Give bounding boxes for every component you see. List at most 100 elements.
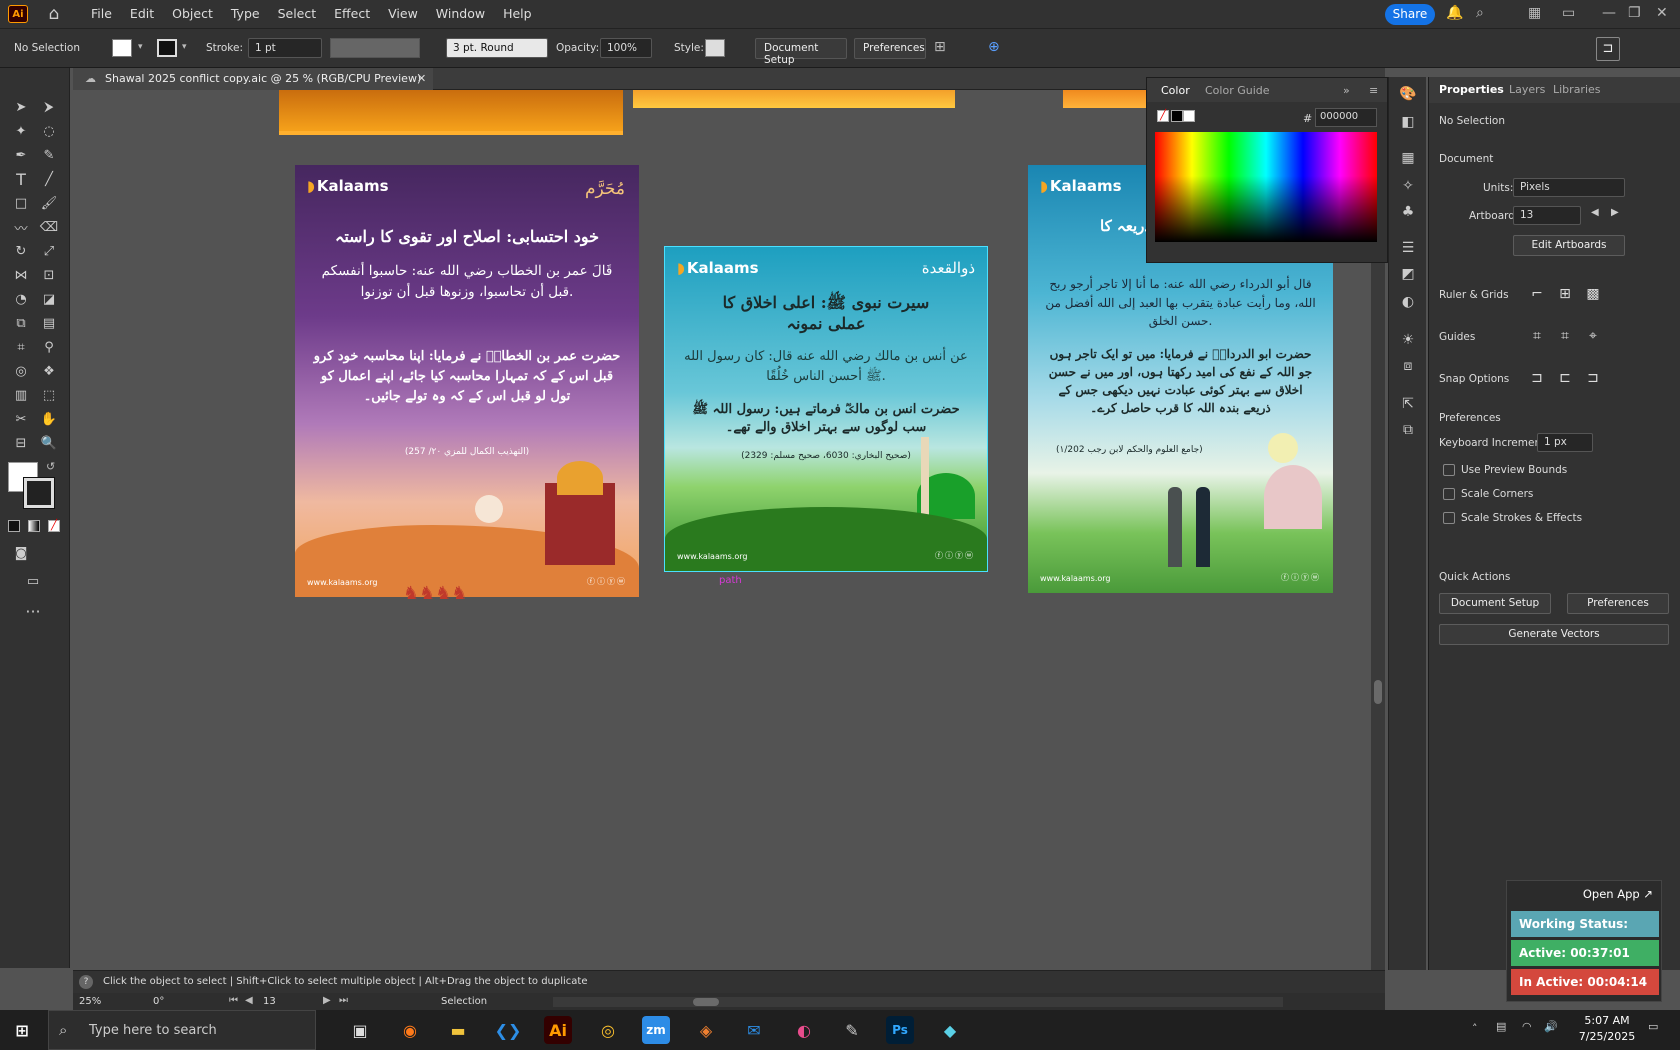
brush-definition[interactable]: 3 pt. Round [446, 38, 548, 58]
creative-cloud-icon[interactable]: ◐ [790, 1016, 818, 1044]
symbols-icon[interactable]: ♣ [1397, 201, 1419, 223]
rotate-select[interactable]: 0° [153, 996, 213, 1007]
white-swatch[interactable] [1183, 110, 1195, 122]
rotate-tool-icon[interactable]: ↻ [10, 240, 32, 262]
direct-selection-tool-icon[interactable]: ⮞ [38, 96, 60, 118]
black-swatch[interactable] [1171, 110, 1183, 122]
windows-start-icon[interactable]: ⊞ [8, 1016, 36, 1044]
artboard-select[interactable]: 13 [1513, 206, 1581, 225]
mesh-tool-icon[interactable]: ⌗ [10, 336, 32, 358]
color-mode-icon[interactable] [8, 520, 20, 532]
wifi-icon[interactable]: ◠ [1522, 1020, 1532, 1033]
app-diamond-icon[interactable]: ◆ [936, 1016, 964, 1044]
illustrator-taskbar-icon[interactable]: Ai [544, 1016, 572, 1044]
transparency-grid-icon[interactable]: ▩ [1581, 283, 1605, 305]
zoom-select[interactable]: 25% [79, 996, 139, 1007]
none-mode-icon[interactable]: ╱ [48, 520, 60, 532]
hex-input[interactable]: 000000 [1315, 108, 1377, 127]
slice-tool-icon[interactable]: ✂ [10, 408, 32, 430]
artboard-muharram[interactable]: ◗ Kalaams مُحَرَّم خود احتسابی: اصلاح اور… [295, 165, 639, 597]
notification-icon[interactable]: ▭ [1648, 1020, 1658, 1033]
curvature-tool-icon[interactable]: ✎ [38, 144, 60, 166]
smart-guides-icon[interactable]: ⌖ [1581, 325, 1605, 347]
artboard-dhul-qadah[interactable]: ◗ Kalaams ذوالقعدة سیرت نبوی ﷺ: اعلی اخلا… [664, 246, 988, 572]
perspective-grid-icon[interactable]: ⧉ [10, 312, 32, 334]
document-setup-button[interactable]: Document Setup [755, 38, 847, 66]
opacity-input[interactable]: 100% [600, 38, 652, 58]
graphic-styles-icon[interactable]: ⧈ [1397, 355, 1419, 377]
preferences-button[interactable]: Preferences [854, 38, 926, 59]
previous-artboard-icon[interactable]: ◀ [1591, 207, 1599, 218]
outlook-icon[interactable]: ✉ [740, 1016, 768, 1044]
lasso-icon[interactable]: ◌ [38, 120, 60, 142]
close-window-icon[interactable]: ✕ [1656, 5, 1668, 21]
draw-normal-icon[interactable]: ◙ [10, 542, 32, 564]
zoom-app-icon[interactable]: zm [642, 1016, 670, 1044]
swap-colors-icon[interactable]: ↺ [46, 460, 55, 473]
none-swatch-icon[interactable]: ╱ [1157, 110, 1169, 122]
task-view-icon[interactable]: ▣ [346, 1016, 374, 1044]
generate-vectors-button[interactable]: Generate Vectors [1439, 624, 1669, 645]
menu-view[interactable]: View [379, 0, 427, 28]
scrollbar-thumb[interactable] [693, 998, 719, 1006]
zoom-tool-icon[interactable]: 🔍 [38, 432, 60, 454]
shape-builder-icon[interactable]: ◔ [10, 288, 32, 310]
firefox-icon[interactable]: ◉ [396, 1016, 424, 1044]
scale-tool-icon[interactable]: ⤢ [38, 240, 60, 262]
scale-strokes-checkbox[interactable] [1443, 512, 1455, 524]
keyboard-increment-input[interactable]: 1 px [1537, 433, 1593, 452]
restore-icon[interactable]: ❐ [1628, 5, 1641, 21]
prev-artboard-icon[interactable]: ◀ [245, 995, 253, 1006]
file-explorer-icon[interactable]: ▬ [444, 1016, 472, 1044]
grid-icon[interactable]: ⊞ [1553, 283, 1577, 305]
document-setup-button[interactable]: Document Setup [1439, 593, 1551, 614]
close-icon[interactable]: ✕ [417, 68, 426, 90]
artboard-partial-2[interactable] [633, 90, 955, 108]
taskbar-search[interactable]: ⌕ Type here to search [48, 1010, 316, 1050]
eraser-icon[interactable]: ⌫ [38, 216, 60, 238]
free-transform-icon[interactable]: ⊡ [38, 264, 60, 286]
opacity-label[interactable]: Opacity: [556, 42, 599, 54]
transparency-icon[interactable]: ◐ [1397, 291, 1419, 313]
chrome-icon[interactable]: ◎ [594, 1016, 622, 1044]
home-icon[interactable]: ⌂ [44, 4, 64, 24]
network-icon[interactable]: ▤ [1496, 1020, 1506, 1033]
blend-tool-icon[interactable]: ◎ [10, 360, 32, 382]
shaper-tool-icon[interactable]: 〰 [10, 216, 32, 238]
fill-swatch[interactable] [112, 39, 132, 57]
type-tool-icon[interactable]: T [10, 168, 32, 190]
color-guide-icon[interactable]: ◧ [1397, 111, 1419, 133]
snap-to-pixel-icon[interactable]: ⊏ [1553, 367, 1577, 389]
graph-tool-icon[interactable]: ▥ [10, 384, 32, 406]
chevron-down-icon[interactable]: ▾ [138, 42, 143, 52]
artboards-icon[interactable]: ⧉ [1397, 419, 1419, 441]
arrange-icon[interactable]: ▭ [1562, 5, 1575, 21]
variable-width-profile[interactable] [330, 38, 420, 58]
selection-tool-icon[interactable]: ➤ [10, 96, 32, 118]
stroke-color-icon[interactable] [23, 477, 55, 509]
paintbrush-icon[interactable]: 🖌 [38, 192, 60, 214]
bell-icon[interactable]: 🔔 [1446, 5, 1463, 21]
collapse-icon[interactable]: » [1343, 84, 1350, 97]
show-guides-icon[interactable]: ⌗ [1525, 325, 1549, 347]
stroke-icon[interactable]: ☰ [1397, 237, 1419, 259]
magic-wand-icon[interactable]: ✦ [10, 120, 32, 142]
menu-type[interactable]: Type [222, 0, 269, 28]
open-app-link[interactable]: Open App ↗ [1583, 887, 1653, 901]
photoshop-icon[interactable]: Ps [886, 1016, 914, 1044]
stroke-weight-input[interactable]: 1 pt [248, 38, 322, 58]
units-select[interactable]: Pixels [1513, 178, 1625, 197]
color-panel-icon[interactable]: 🎨 [1397, 83, 1419, 105]
use-preview-bounds-checkbox[interactable] [1443, 464, 1455, 476]
swatches-icon[interactable]: ▦ [1397, 147, 1419, 169]
chevron-down-icon[interactable]: ▾ [182, 42, 187, 52]
artboard-number[interactable]: 13 [263, 996, 313, 1007]
export-icon[interactable]: ⇱ [1397, 393, 1419, 415]
menu-help[interactable]: Help [494, 0, 541, 28]
pen-tool-icon[interactable]: ✒ [10, 144, 32, 166]
first-artboard-icon[interactable]: ⏮ [229, 995, 238, 1006]
share-button[interactable]: Share [1385, 4, 1435, 25]
scrollbar-thumb[interactable] [1374, 680, 1382, 704]
app-icon[interactable]: ◈ [692, 1016, 720, 1044]
workspace-icon[interactable]: ▦ [1528, 5, 1541, 21]
